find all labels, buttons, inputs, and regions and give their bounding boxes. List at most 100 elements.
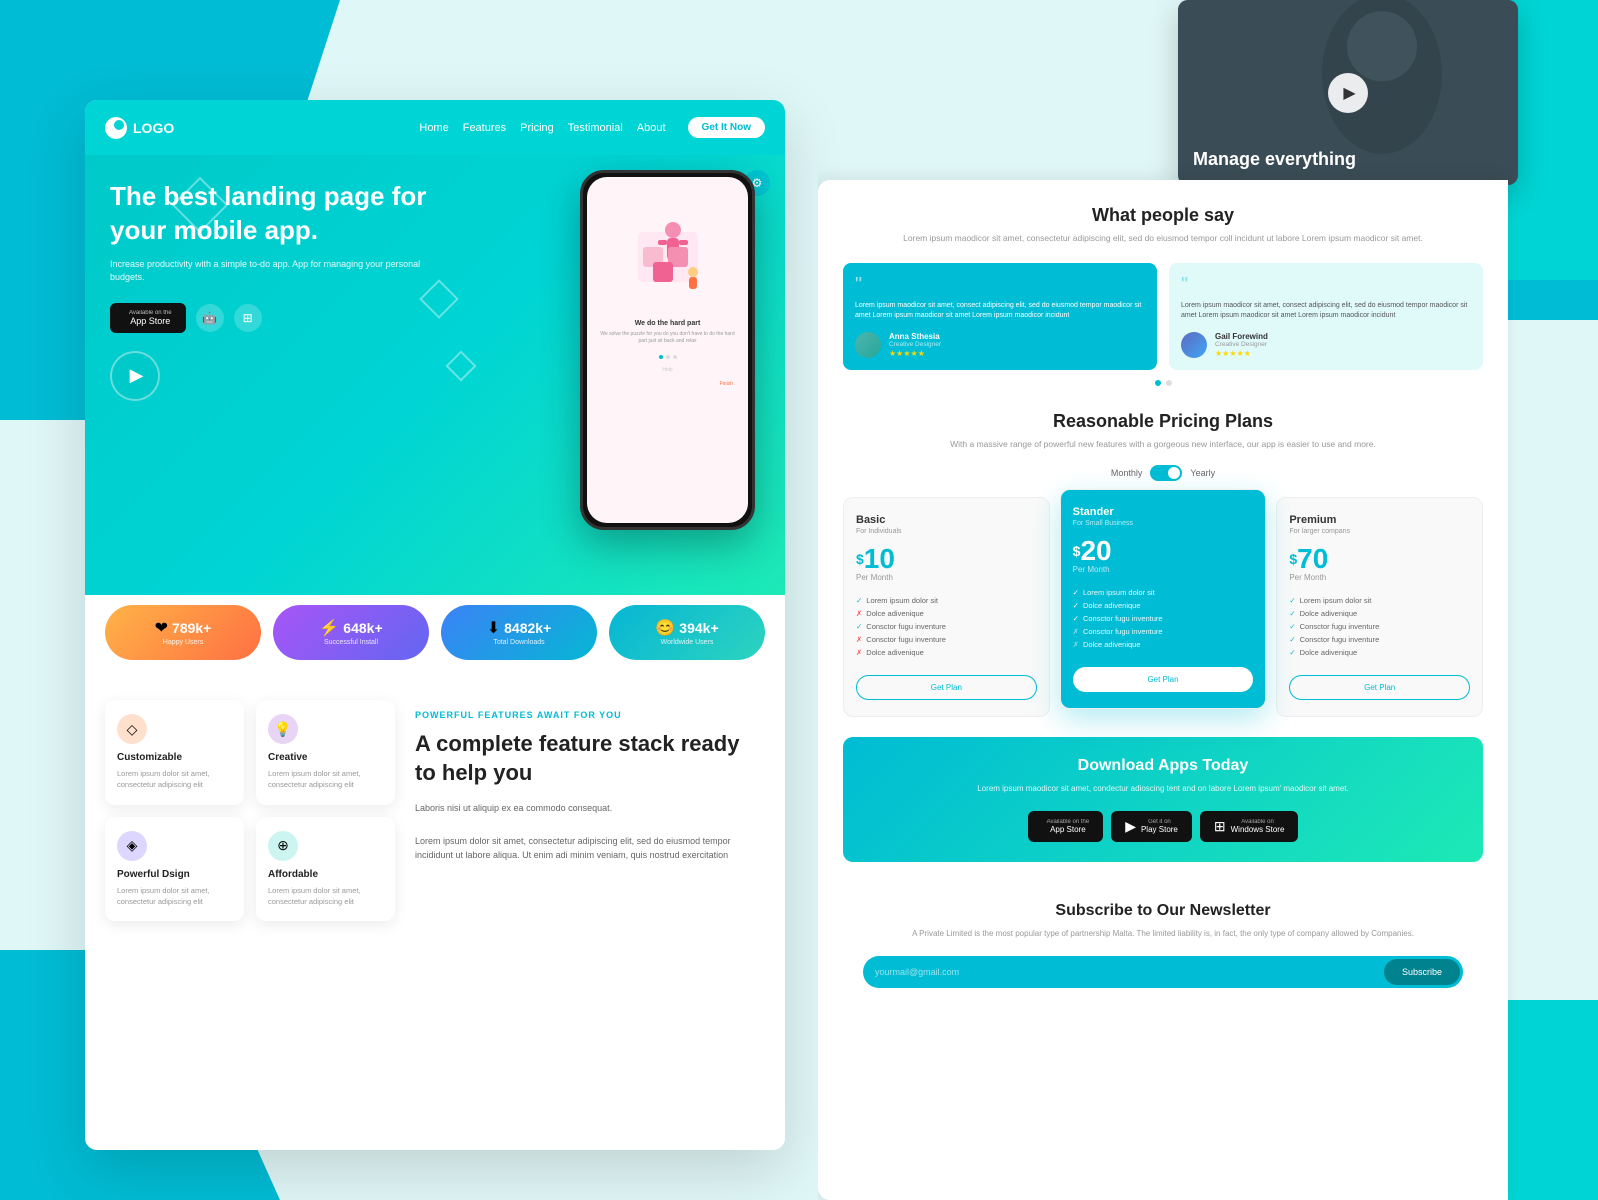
- download-appstore-btn[interactable]: Available on the App Store: [1028, 811, 1104, 842]
- testimonial-card-2: " Lorem ipsum maodicor sit amet, consect…: [1169, 263, 1483, 370]
- check-icon: ✓: [1289, 648, 1295, 657]
- navigation: LOGO Home Features Pricing Testimonial A…: [85, 100, 785, 155]
- nav-cta-button[interactable]: Get It Now: [688, 117, 765, 138]
- newsletter-heading: Subscribe to Our Newsletter: [863, 902, 1463, 920]
- check-icon: ✓: [1289, 596, 1295, 605]
- right-panel: ▶ Manage everything What people say Lore…: [818, 0, 1598, 1200]
- android-button[interactable]: 🤖: [196, 304, 224, 332]
- feature-card-affordable: ⊕ Affordable Lorem ipsum dolor sit amet,…: [256, 817, 395, 922]
- pricing-section: Reasonable Pricing Plans With a massive …: [843, 411, 1483, 717]
- appstore-dl-label: Available on the App Store: [1047, 819, 1090, 834]
- video-play-icon: ▶: [1343, 83, 1355, 103]
- stat-num-2: 648k+: [343, 620, 382, 636]
- plan-btn-stander[interactable]: Get Plan: [1073, 667, 1254, 692]
- teal-decoration-bottom: [1508, 1000, 1598, 1200]
- features-heading: A complete feature stack ready to help y…: [415, 730, 765, 787]
- plan-name-basic: Basic: [856, 514, 1037, 526]
- phone-dots: [597, 355, 738, 359]
- phone-subtext: We solve the puzzle for you do you don't…: [597, 331, 738, 345]
- hero-buttons: Available on the App Store 🤖 ⊞: [110, 303, 430, 333]
- feature-card-customizable: ◇ Customizable Lorem ipsum dolor sit ame…: [105, 700, 244, 805]
- stat-num-3: 8482k+: [504, 620, 551, 636]
- right-content-card: What people say Lorem ipsum maodicor sit…: [818, 180, 1508, 1200]
- teal-decoration-top: [1508, 0, 1598, 280]
- toggle-switch[interactable]: [1150, 465, 1182, 481]
- play-icon: ▶: [130, 365, 144, 386]
- hero-description: Increase productivity with a simple to-d…: [110, 258, 430, 285]
- feature-desc-3: Lorem ipsum dolor sit amet, consectetur …: [117, 885, 232, 908]
- feature-title-2: Creative: [268, 752, 383, 763]
- feature-desc-2: Lorem ipsum dolor sit amet, consectetur …: [268, 768, 383, 791]
- feature-basic-2: ✗Dolce adivenique: [856, 607, 1037, 620]
- check-icon: ✓: [1289, 622, 1295, 631]
- nav-testimonial[interactable]: Testimonial: [568, 122, 623, 134]
- feature-premium-3: ✓Consctor fugu inventure: [1289, 620, 1470, 633]
- feature-basic-3: ✓Consctor fugu inventure: [856, 620, 1037, 633]
- newsletter-form: Subscribe: [863, 956, 1463, 988]
- dot-3: [673, 355, 677, 359]
- tdot-1[interactable]: [1155, 380, 1161, 386]
- testimonial-text-1: Lorem ipsum maodicor sit amet, consect a…: [855, 301, 1145, 322]
- nav-home[interactable]: Home: [419, 122, 448, 134]
- download-section: Download Apps Today Lorem ipsum maodicor…: [843, 737, 1483, 862]
- video-title: Manage everything: [1193, 149, 1356, 170]
- windows-button[interactable]: ⊞: [234, 304, 262, 332]
- plan-for-basic: For Individuals: [856, 528, 1037, 535]
- stat-row-1: ❤ 789k+: [155, 618, 212, 638]
- lightning-icon: ⚡: [319, 618, 339, 638]
- windows-dl-label: Available on Windows Store: [1231, 819, 1285, 834]
- phone-tagline: We do the hard part: [597, 320, 738, 327]
- feature-cards-container: ◇ Customizable Lorem ipsum dolor sit ame…: [105, 700, 395, 921]
- video-block[interactable]: ▶ Manage everything: [1178, 0, 1518, 185]
- price-card-premium: Premium For larger compans $70 Per Month…: [1276, 497, 1483, 717]
- newsletter-section: Subscribe to Our Newsletter A Private Li…: [843, 882, 1483, 1008]
- features-tag: POWERFUL FEATURES AWAIT FOR YOU: [415, 710, 765, 720]
- testimonial-cards: " Lorem ipsum maodicor sit amet, consect…: [843, 263, 1483, 370]
- phone-help: Help: [597, 367, 738, 373]
- nav-links: Home Features Pricing Testimonial About …: [419, 117, 765, 138]
- toggle-monthly: Monthly: [1111, 468, 1143, 478]
- tdot-2[interactable]: [1166, 380, 1172, 386]
- nav-pricing[interactable]: Pricing: [520, 122, 554, 134]
- feature-basic-1: ✓Lorem ipsum dolor sit: [856, 594, 1037, 607]
- cross-icon: ✗: [1073, 640, 1079, 649]
- stars-2: ★★★★★: [1215, 349, 1268, 358]
- plan-for-stander: For Small Business: [1073, 520, 1254, 527]
- plan-name-premium: Premium: [1289, 514, 1470, 526]
- newsletter-desc: A Private Limited is the most popular ty…: [863, 928, 1463, 940]
- stat-installs: ⚡ 648k+ Successful Install: [273, 605, 429, 660]
- newsletter-submit-button[interactable]: Subscribe: [1384, 959, 1460, 985]
- quote-icon-2: ": [1181, 275, 1471, 295]
- appstore-button[interactable]: Available on the App Store: [110, 303, 186, 333]
- stat-row-3: ⬇ 8482k+: [487, 618, 552, 638]
- stat-label-1: Happy Users: [163, 639, 203, 646]
- nav-features[interactable]: Features: [463, 122, 506, 134]
- price-card-stander: Stander For Small Business $20 Per Month…: [1060, 489, 1267, 709]
- phone-inner: We do the hard part We solve the puzzle …: [587, 177, 748, 523]
- windows-dl-name: Windows Store: [1231, 825, 1285, 834]
- feature-premium-1: ✓Lorem ipsum dolor sit: [1289, 594, 1470, 607]
- plan-btn-premium[interactable]: Get Plan: [1289, 675, 1470, 700]
- play-button[interactable]: ▶: [110, 351, 160, 401]
- video-play-button[interactable]: ▶: [1328, 73, 1368, 113]
- toggle-yearly: Yearly: [1190, 468, 1215, 478]
- testimonial-author-2: Gail Forewind Creative Designer ★★★★★: [1215, 332, 1268, 358]
- play-dl-icon: ▶: [1125, 818, 1136, 835]
- testimonial-footer-2: Gail Forewind Creative Designer ★★★★★: [1181, 332, 1471, 358]
- nav-about[interactable]: About: [637, 122, 666, 134]
- plan-btn-basic[interactable]: Get Plan: [856, 675, 1037, 700]
- check-icon: ✓: [1289, 609, 1295, 618]
- plan-period-basic: Per Month: [856, 573, 1037, 582]
- stat-downloads: ⬇ 8482k+ Total Downloads: [441, 605, 597, 660]
- appstore-main-label: App Store: [129, 316, 172, 326]
- diamond-decoration-3: [445, 350, 476, 381]
- feature-cards-grid: ◇ Customizable Lorem ipsum dolor sit ame…: [105, 700, 395, 921]
- download-playstore-btn[interactable]: ▶ Get it on Play Store: [1111, 811, 1192, 842]
- appstore-dl-name: App Store: [1047, 825, 1090, 834]
- feature-card-powerful: ◈ Powerful Dsign Lorem ipsum dolor sit a…: [105, 817, 244, 922]
- dot-2: [666, 355, 670, 359]
- playstore-dl-label: Get it on Play Store: [1141, 819, 1178, 834]
- creative-icon: 💡: [268, 714, 298, 744]
- newsletter-email-input[interactable]: [875, 967, 1384, 977]
- download-windows-btn[interactable]: ⊞ Available on Windows Store: [1200, 811, 1299, 842]
